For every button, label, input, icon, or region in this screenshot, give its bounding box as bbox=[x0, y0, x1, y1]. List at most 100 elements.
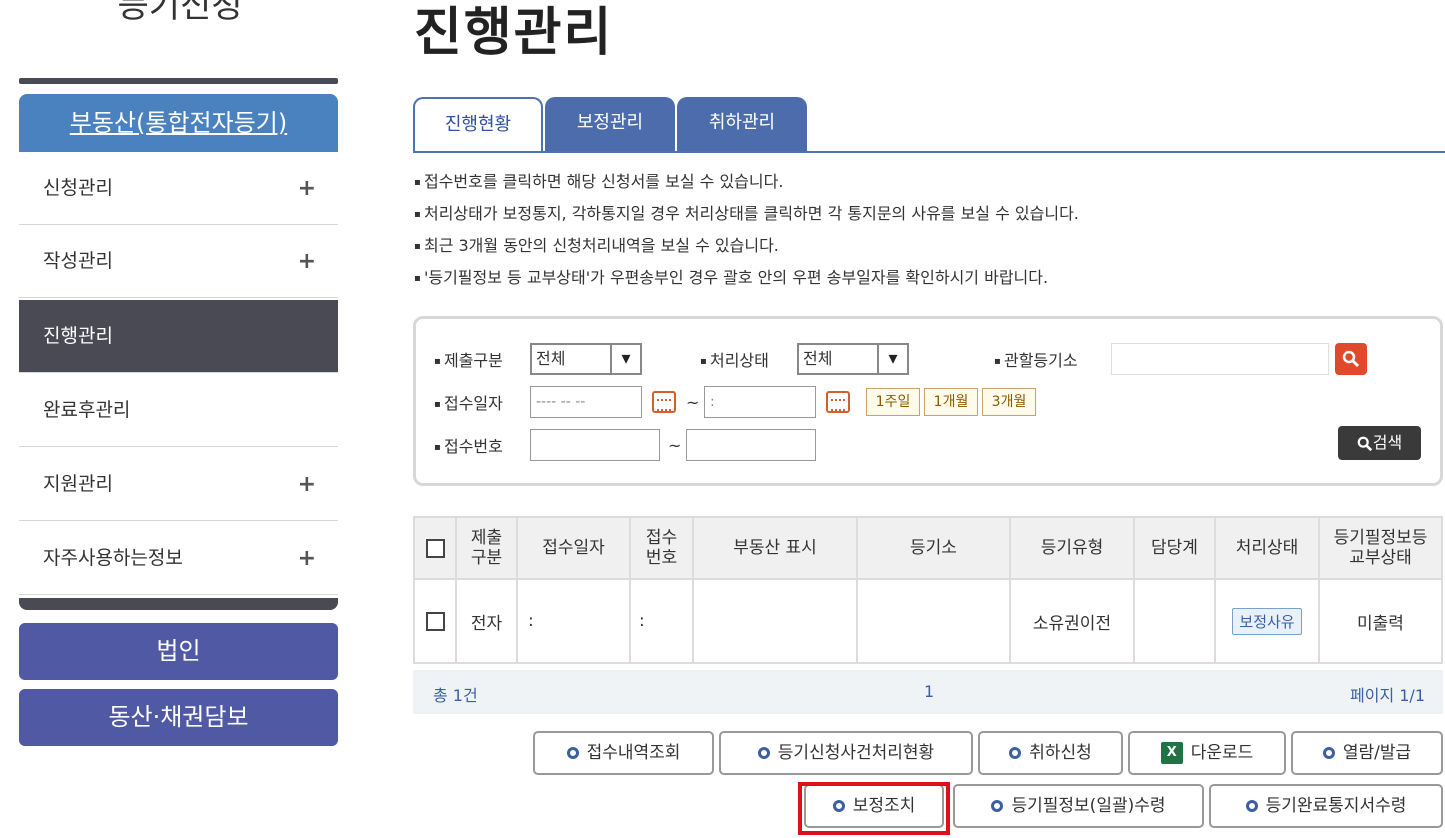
submit-type-label: 제출구분 bbox=[434, 347, 503, 371]
row-checkbox[interactable] bbox=[425, 611, 445, 631]
circle-bullet-icon bbox=[991, 800, 1004, 812]
download-button-label: 다운로드 bbox=[1190, 743, 1254, 763]
receipt-number-link[interactable]: : bbox=[629, 578, 694, 664]
search-button-label: 검색 bbox=[1372, 433, 1403, 452]
date-from-input[interactable]: ---- -- -- bbox=[530, 386, 642, 418]
plus-icon[interactable]: + bbox=[298, 448, 316, 521]
submit-type-cell: 전자 bbox=[455, 578, 518, 664]
status-value: 전체 bbox=[803, 349, 833, 368]
status-select[interactable]: 전체 ▾ bbox=[797, 343, 909, 375]
circle-bullet-icon bbox=[1245, 800, 1258, 812]
registry-label: 관할등기소 bbox=[994, 347, 1078, 371]
column-header: 제출 구분 bbox=[455, 516, 518, 580]
chevron-down-icon: ▾ bbox=[610, 345, 640, 373]
circle-bullet-icon bbox=[1322, 747, 1335, 759]
date-to-input[interactable]: : bbox=[704, 386, 816, 418]
registry-cell bbox=[856, 578, 1011, 664]
table-summary: 총 1건 1 페이지 1/1 bbox=[413, 670, 1443, 714]
sidebar-movable-button[interactable]: 동산·채권담보 bbox=[19, 689, 338, 746]
number-to-input[interactable] bbox=[686, 429, 816, 461]
select-all-header bbox=[413, 516, 457, 580]
tilde: ~ bbox=[668, 436, 682, 455]
registry-input[interactable] bbox=[1111, 343, 1329, 375]
receive-registry-info-button-label: 등기필정보(일괄)수령 bbox=[1011, 796, 1166, 816]
receive-completion-notice-button[interactable]: 등기완료통지서수령 bbox=[1209, 784, 1443, 828]
period-1week-button[interactable]: 1주일 bbox=[866, 388, 920, 416]
period-3month-button[interactable]: 3개월 bbox=[982, 388, 1036, 416]
search-icon[interactable] bbox=[1335, 343, 1367, 375]
select-all-checkbox[interactable] bbox=[425, 538, 445, 558]
page-title: 진행관리 bbox=[414, 3, 614, 63]
sidebar-header-real-estate[interactable]: 부동산(통합전자등기) bbox=[19, 94, 338, 152]
receipt-history-button-label: 접수내역조회 bbox=[586, 743, 681, 763]
notice-item: 접수번호를 클릭하면 해당 신청서를 보실 수 있습니다. bbox=[414, 166, 1079, 198]
results-table: 제출 구분 접수일자 접수 번호 부동산 표시 등기소 등기유형 담당계 처리상… bbox=[413, 516, 1443, 664]
sidebar-item-label: 자주사용하는정보 bbox=[43, 547, 183, 569]
sidebar-item-label: 작성관리 bbox=[43, 250, 113, 272]
view-issue-button[interactable]: 열람/발급 bbox=[1291, 731, 1443, 775]
plus-icon[interactable]: + bbox=[298, 225, 316, 298]
row-select-cell bbox=[413, 578, 457, 664]
notice-item: '등기필정보 등 교부상태'가 우편송부인 경우 괄호 안의 우편 송부일자를 … bbox=[414, 262, 1079, 294]
plus-icon[interactable]: + bbox=[298, 152, 316, 225]
sidebar-item-frequent-info[interactable]: 자주사용하는정보 + bbox=[19, 522, 338, 595]
process-status-button[interactable]: 등기신청사건처리현황 bbox=[719, 731, 973, 775]
column-header: 등기필정보등 교부상태 bbox=[1318, 516, 1443, 580]
column-header: 접수 번호 bbox=[629, 516, 694, 580]
tab-underline bbox=[413, 151, 1445, 153]
date-label: 접수일자 bbox=[434, 390, 503, 414]
period-1month-button[interactable]: 1개월 bbox=[924, 388, 978, 416]
table-row: 전자 : : 소유권이전 보정사유 미출력 bbox=[413, 578, 1443, 664]
receive-completion-notice-button-label: 등기완료통지서수령 bbox=[1265, 796, 1407, 816]
column-header: 처리상태 bbox=[1214, 516, 1320, 580]
sidebar-item-post-completion[interactable]: 완료후관리 bbox=[19, 374, 338, 447]
column-header: 등기소 bbox=[856, 516, 1011, 580]
column-header: 접수일자 bbox=[516, 516, 631, 580]
page-number-link[interactable]: 1 bbox=[924, 682, 934, 701]
sidebar-title: 등기신청 bbox=[117, 0, 243, 26]
sidebar-item-label: 지원관리 bbox=[43, 473, 113, 495]
process-status-button-label: 등기신청사건처리현황 bbox=[777, 743, 935, 763]
sidebar-item-writing[interactable]: 작성관리 + bbox=[19, 225, 338, 298]
tab-withdrawal[interactable]: 취하관리 bbox=[677, 97, 807, 153]
submit-type-value: 전체 bbox=[536, 349, 566, 368]
search-button[interactable]: 검색 bbox=[1338, 426, 1421, 460]
property-cell bbox=[692, 578, 858, 664]
withdraw-button-label: 취하신청 bbox=[1029, 743, 1092, 763]
sidebar-item-label: 신청관리 bbox=[43, 177, 113, 199]
receive-registry-info-button[interactable]: 등기필정보(일괄)수령 bbox=[953, 784, 1204, 828]
download-button[interactable]: X 다운로드 bbox=[1128, 731, 1286, 775]
sidebar-item-support[interactable]: 지원관리 + bbox=[19, 448, 338, 521]
column-header: 부동산 표시 bbox=[692, 516, 858, 580]
withdraw-button[interactable]: 취하신청 bbox=[978, 731, 1123, 775]
page-info: 페이지 1/1 bbox=[1350, 686, 1425, 705]
column-header: 담당계 bbox=[1133, 516, 1216, 580]
number-from-input[interactable] bbox=[530, 429, 660, 461]
notice-item: 처리상태가 보정통지, 각하통지일 경우 처리상태를 클릭하면 각 통지문의 사… bbox=[414, 198, 1079, 230]
highlight-box bbox=[798, 782, 950, 835]
tab-correction[interactable]: 보정관리 bbox=[545, 97, 675, 153]
excel-icon: X bbox=[1160, 742, 1183, 764]
status-cell: 보정사유 bbox=[1214, 578, 1320, 664]
calendar-icon[interactable] bbox=[826, 391, 850, 413]
notice-item: 최근 3개월 동안의 신청처리내역을 보실 수 있습니다. bbox=[414, 230, 1079, 262]
tab-progress[interactable]: 진행현황 bbox=[413, 97, 543, 153]
submit-type-select[interactable]: 전체 ▾ bbox=[530, 343, 642, 375]
receipt-history-button[interactable]: 접수내역조회 bbox=[533, 731, 714, 775]
calendar-icon[interactable] bbox=[652, 391, 676, 413]
sidebar-item-application[interactable]: 신청관리 + bbox=[19, 152, 338, 225]
sidebar-bottom-divider bbox=[19, 598, 338, 610]
sidebar-item-label: 진행관리 bbox=[43, 325, 113, 347]
sidebar-item-progress[interactable]: 진행관리 bbox=[19, 300, 338, 373]
correction-reason-button[interactable]: 보정사유 bbox=[1232, 607, 1302, 635]
sidebar-item-label: 완료후관리 bbox=[43, 399, 131, 421]
search-panel: 제출구분 전체 ▾ 처리상태 전체 ▾ 관할등기소 접수일자 ---- -- -… bbox=[413, 316, 1443, 486]
plus-icon[interactable]: + bbox=[298, 522, 316, 595]
circle-bullet-icon bbox=[566, 747, 579, 759]
column-header: 등기유형 bbox=[1009, 516, 1135, 580]
circle-bullet-icon bbox=[1009, 747, 1022, 759]
team-cell bbox=[1133, 578, 1216, 664]
total-count: 총 1건 bbox=[433, 686, 478, 705]
delivery-status-cell: 미출력 bbox=[1318, 578, 1443, 664]
sidebar-corp-button[interactable]: 법인 bbox=[19, 623, 338, 680]
